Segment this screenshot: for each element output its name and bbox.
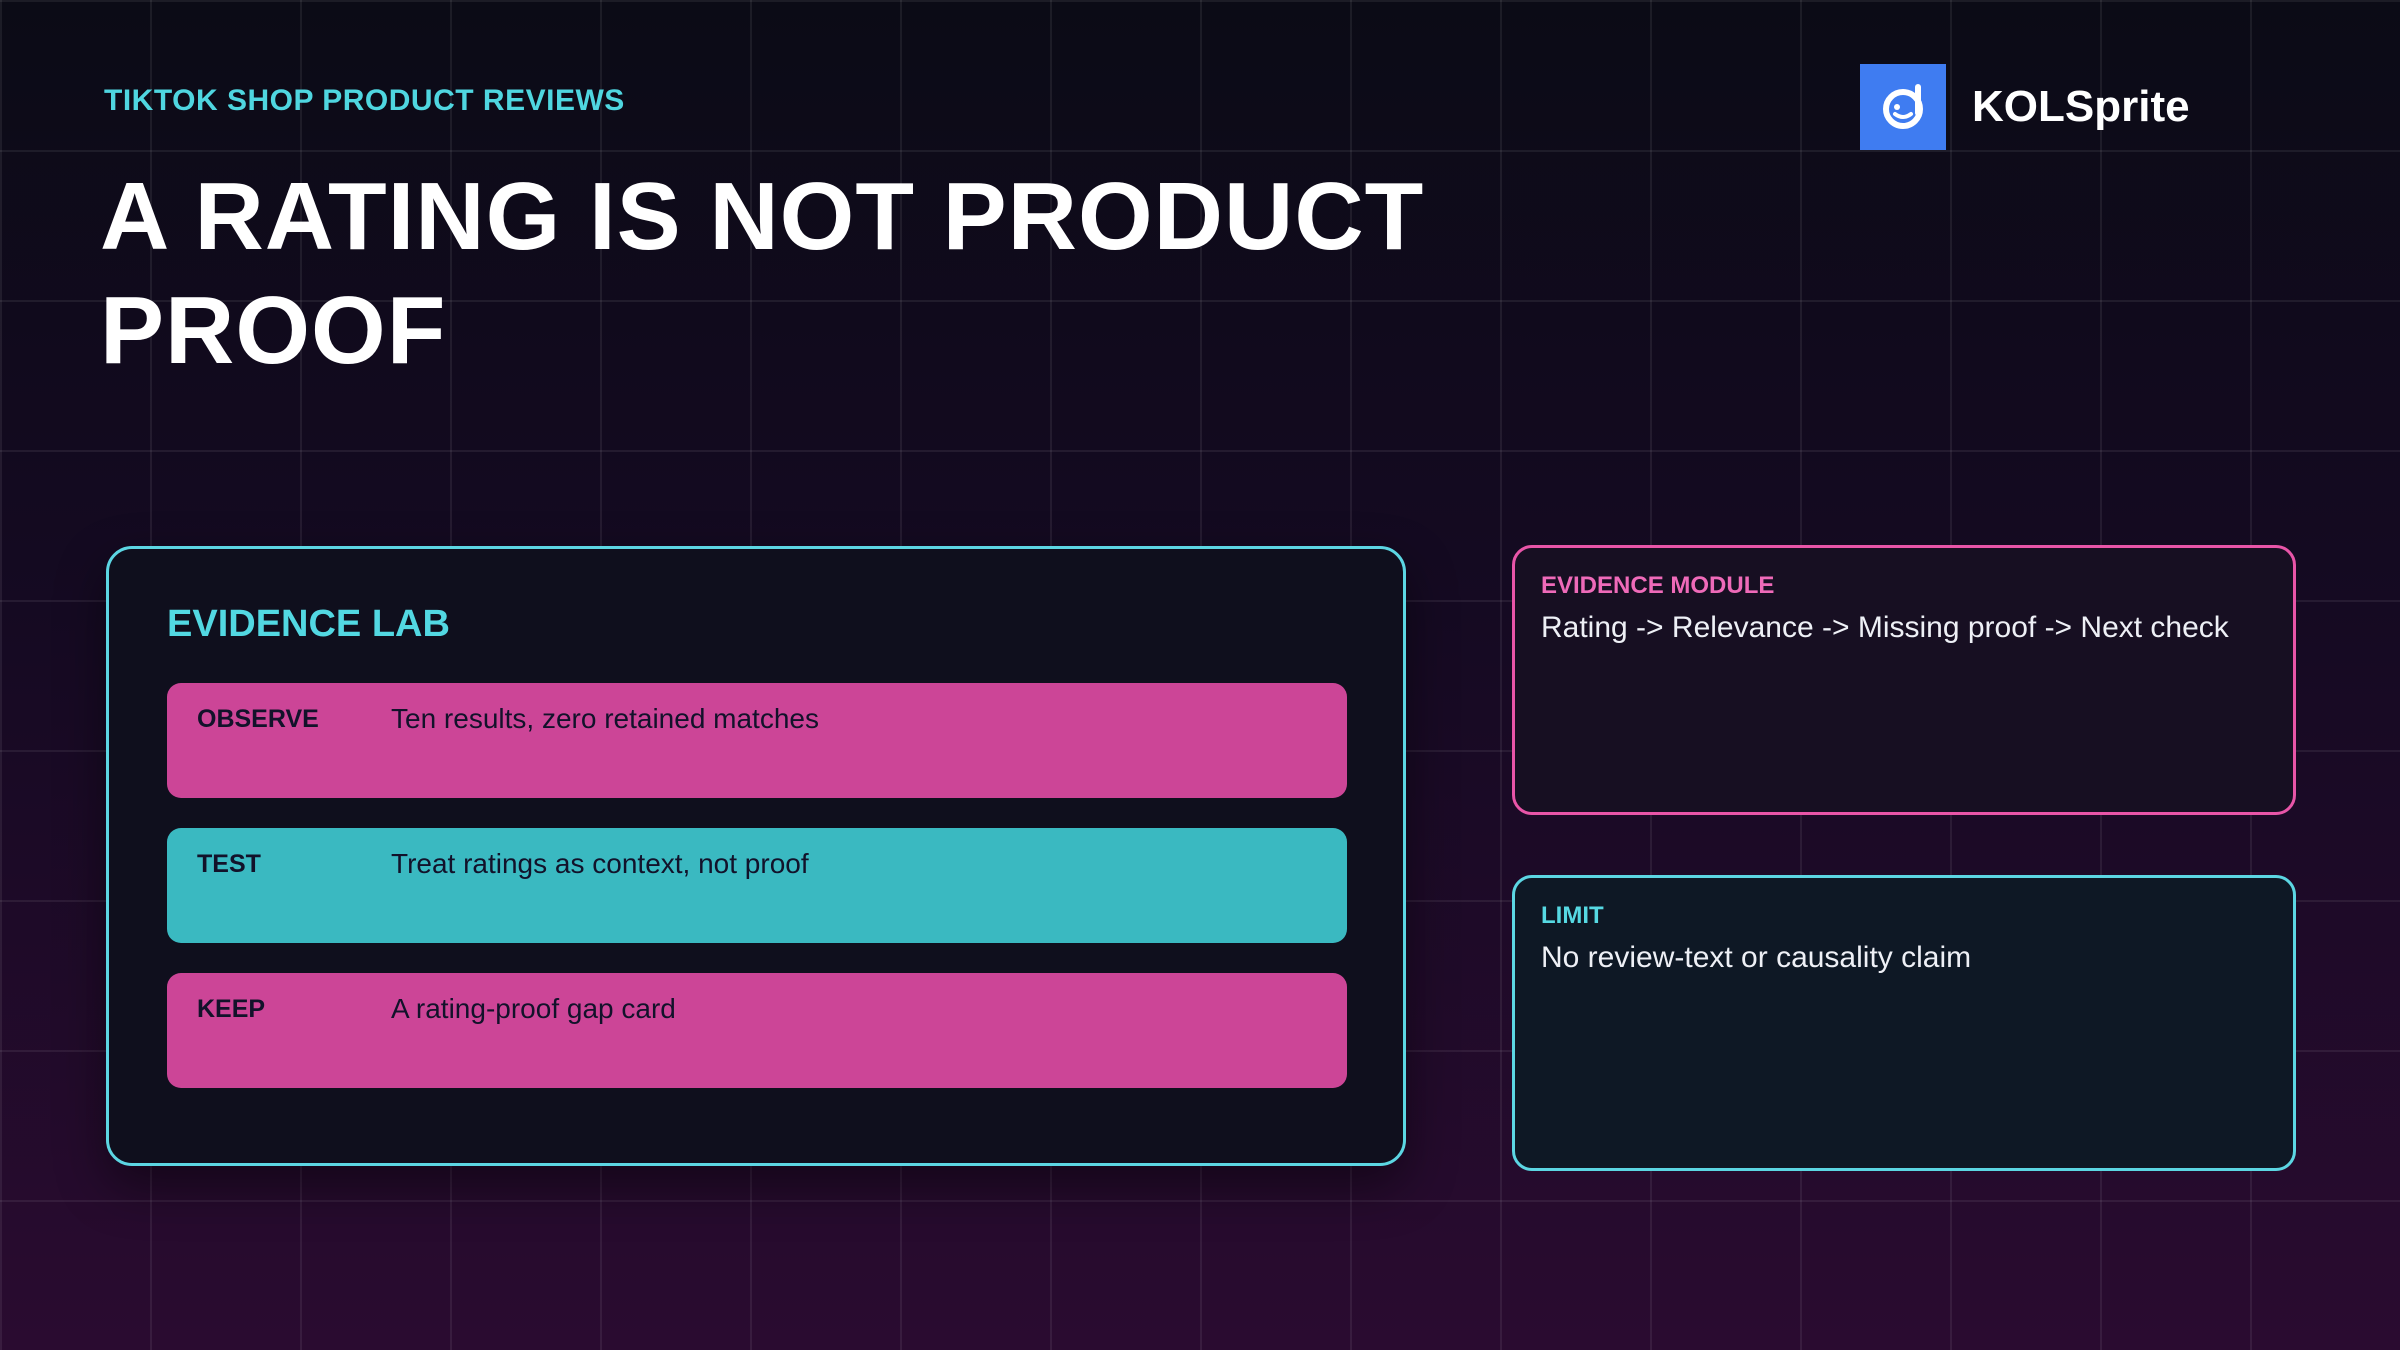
limit-label: LIMIT: [1541, 902, 1604, 929]
kolsprite-logo-icon: [1860, 64, 1946, 150]
row-key: TEST: [197, 850, 261, 878]
limit-card: LIMIT No review-text or causality claim: [1512, 875, 2296, 1171]
evidence-lab-panel: EVIDENCE LAB OBSERVE Ten results, zero r…: [106, 546, 1406, 1166]
lab-row-test: TEST Treat ratings as context, not proof: [167, 828, 1347, 943]
row-value: Treat ratings as context, not proof: [391, 848, 809, 879]
evidence-module-card: EVIDENCE MODULE Rating -> Relevance -> M…: [1512, 545, 2296, 815]
row-value: Ten results, zero retained matches: [391, 703, 819, 734]
page-title: A RATING IS NOT PRODUCT PROOF: [100, 163, 1425, 384]
row-key: KEEP: [197, 995, 266, 1023]
evidence-module-label: EVIDENCE MODULE: [1541, 572, 1775, 599]
evidence-lab-title: EVIDENCE LAB: [167, 603, 450, 645]
row-key: OBSERVE: [197, 705, 319, 733]
row-value: A rating-proof gap card: [391, 993, 676, 1024]
lab-row-keep: KEEP A rating-proof gap card: [167, 973, 1347, 1088]
brand-logo: KOLSprite: [1860, 64, 2190, 150]
evidence-module-text: Rating -> Relevance -> Missing proof -> …: [1541, 611, 2229, 644]
section-kicker: TIKTOK SHOP PRODUCT REVIEWS: [104, 84, 625, 117]
lab-row-observe: OBSERVE Ten results, zero retained match…: [167, 683, 1347, 798]
brand-name: KOLSprite: [1972, 82, 2190, 131]
limit-text: No review-text or causality claim: [1541, 941, 1972, 974]
